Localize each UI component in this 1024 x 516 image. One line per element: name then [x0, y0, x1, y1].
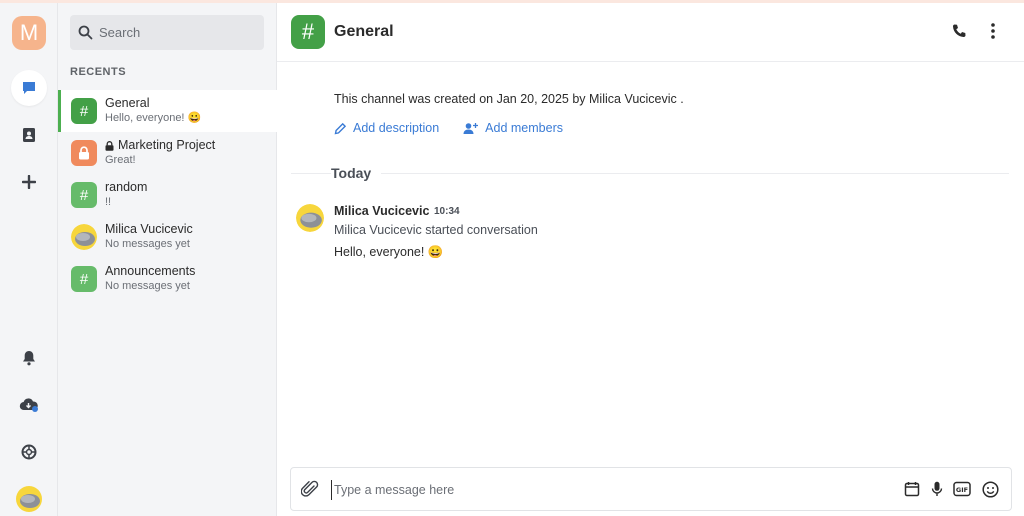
chat-bubble-icon [23, 82, 35, 94]
pencil-icon [334, 122, 347, 134]
channel-name: General [105, 96, 150, 110]
call-button[interactable] [948, 20, 970, 42]
kebab-menu-icon [991, 23, 995, 39]
hash-channel-icon: # [71, 182, 97, 208]
message-input[interactable] [331, 480, 851, 500]
channel-name: Milica Vucicevic [105, 222, 193, 236]
channel-intro-actions: Add description Add members [334, 121, 587, 135]
message-composer: GIF [290, 467, 1012, 511]
address-book-icon [23, 128, 35, 142]
search-placeholder: Search [99, 25, 141, 40]
contacts-nav-button[interactable] [11, 117, 47, 153]
channel-preview: No messages yet [105, 238, 190, 250]
emoji-button[interactable] [980, 479, 1000, 499]
lock-icon [105, 140, 114, 151]
channels-panel: Search RECENTS # General Hello, everyone… [58, 3, 277, 516]
channel-name: Announcements [105, 264, 196, 278]
more-options-button[interactable] [982, 20, 1004, 42]
svg-text:GIF: GIF [956, 486, 968, 494]
search-box[interactable]: Search [70, 15, 264, 50]
hash-channel-icon: # [71, 266, 97, 292]
add-members-label: Add members [485, 121, 563, 135]
left-rail: M [0, 3, 58, 516]
channel-preview: Hello, everyone! 😀 [105, 112, 202, 124]
add-members-button[interactable]: Add members [463, 121, 563, 135]
add-description-button[interactable]: Add description [334, 121, 439, 135]
channel-list: # General Hello, everyone! 😀 Marketing P… [58, 90, 277, 300]
microphone-icon [931, 481, 943, 496]
gif-button[interactable]: GIF [952, 479, 972, 499]
channel-name: random [105, 180, 148, 194]
add-user-icon [463, 122, 479, 134]
chats-nav-button[interactable] [11, 70, 47, 106]
day-divider [291, 173, 1009, 174]
user-avatar[interactable] [11, 481, 47, 516]
calendar-icon [904, 482, 920, 497]
day-label: Today [331, 165, 382, 181]
channel-item-announcements[interactable]: # Announcements No messages yet [58, 258, 277, 300]
cloud-download-icon [19, 398, 38, 412]
message-timestamp: 10:34 [434, 206, 460, 217]
channel-preview: Great! [105, 154, 136, 166]
message-body: Hello, everyone! 😀 [334, 245, 444, 259]
hash-channel-icon: # [291, 15, 325, 49]
conversation-header: # General [277, 3, 1024, 62]
cloud-sync-nav-button[interactable] [11, 387, 47, 423]
gif-icon: GIF [953, 481, 971, 497]
channel-preview: No messages yet [105, 280, 190, 292]
message-author[interactable]: Milica Vucicevic [334, 204, 429, 218]
recents-heading: RECENTS [70, 66, 127, 78]
user-avatar [71, 224, 97, 250]
user-avatar-image [16, 486, 42, 512]
message-author-avatar[interactable] [296, 204, 324, 232]
conversation-title[interactable]: General [334, 23, 394, 41]
notifications-nav-button[interactable] [11, 340, 47, 376]
channel-item-general[interactable]: # General Hello, everyone! 😀 [58, 90, 277, 132]
voice-message-button[interactable] [927, 479, 947, 499]
chat-app: M Search RECENTS # General Hello, everyo… [0, 0, 1024, 516]
paperclip-icon [300, 480, 319, 497]
search-icon [78, 25, 93, 40]
lifebuoy-icon [21, 444, 37, 460]
workspace-avatar[interactable]: M [12, 16, 46, 50]
add-description-label: Add description [353, 121, 440, 135]
phone-icon [952, 24, 966, 38]
channel-created-notice: This channel was created on Jan 20, 2025… [334, 92, 684, 106]
channel-name: Marketing Project [118, 138, 216, 152]
schedule-button[interactable] [902, 479, 922, 499]
help-nav-button[interactable] [11, 434, 47, 470]
plus-icon [22, 175, 36, 189]
lock-icon [79, 146, 89, 160]
attach-button[interactable] [300, 479, 319, 504]
channel-preview: !! [105, 196, 112, 208]
smiley-icon [981, 480, 999, 498]
conversation-pane: # General This channel was created on Ja… [277, 3, 1024, 516]
channel-item-marketing-project[interactable]: Marketing Project Great! [58, 132, 277, 174]
system-message: Milica Vucicevic started conversation [334, 223, 538, 237]
private-channel-icon [71, 140, 97, 166]
create-nav-button[interactable] [11, 164, 47, 200]
bell-icon [23, 351, 35, 366]
dm-item-milica-vucicevic[interactable]: Milica Vucicevic No messages yet [58, 216, 277, 258]
hash-channel-icon: # [71, 98, 97, 124]
channel-name-row: Marketing Project [105, 138, 215, 153]
channel-item-random[interactable]: # random !! [58, 174, 277, 216]
